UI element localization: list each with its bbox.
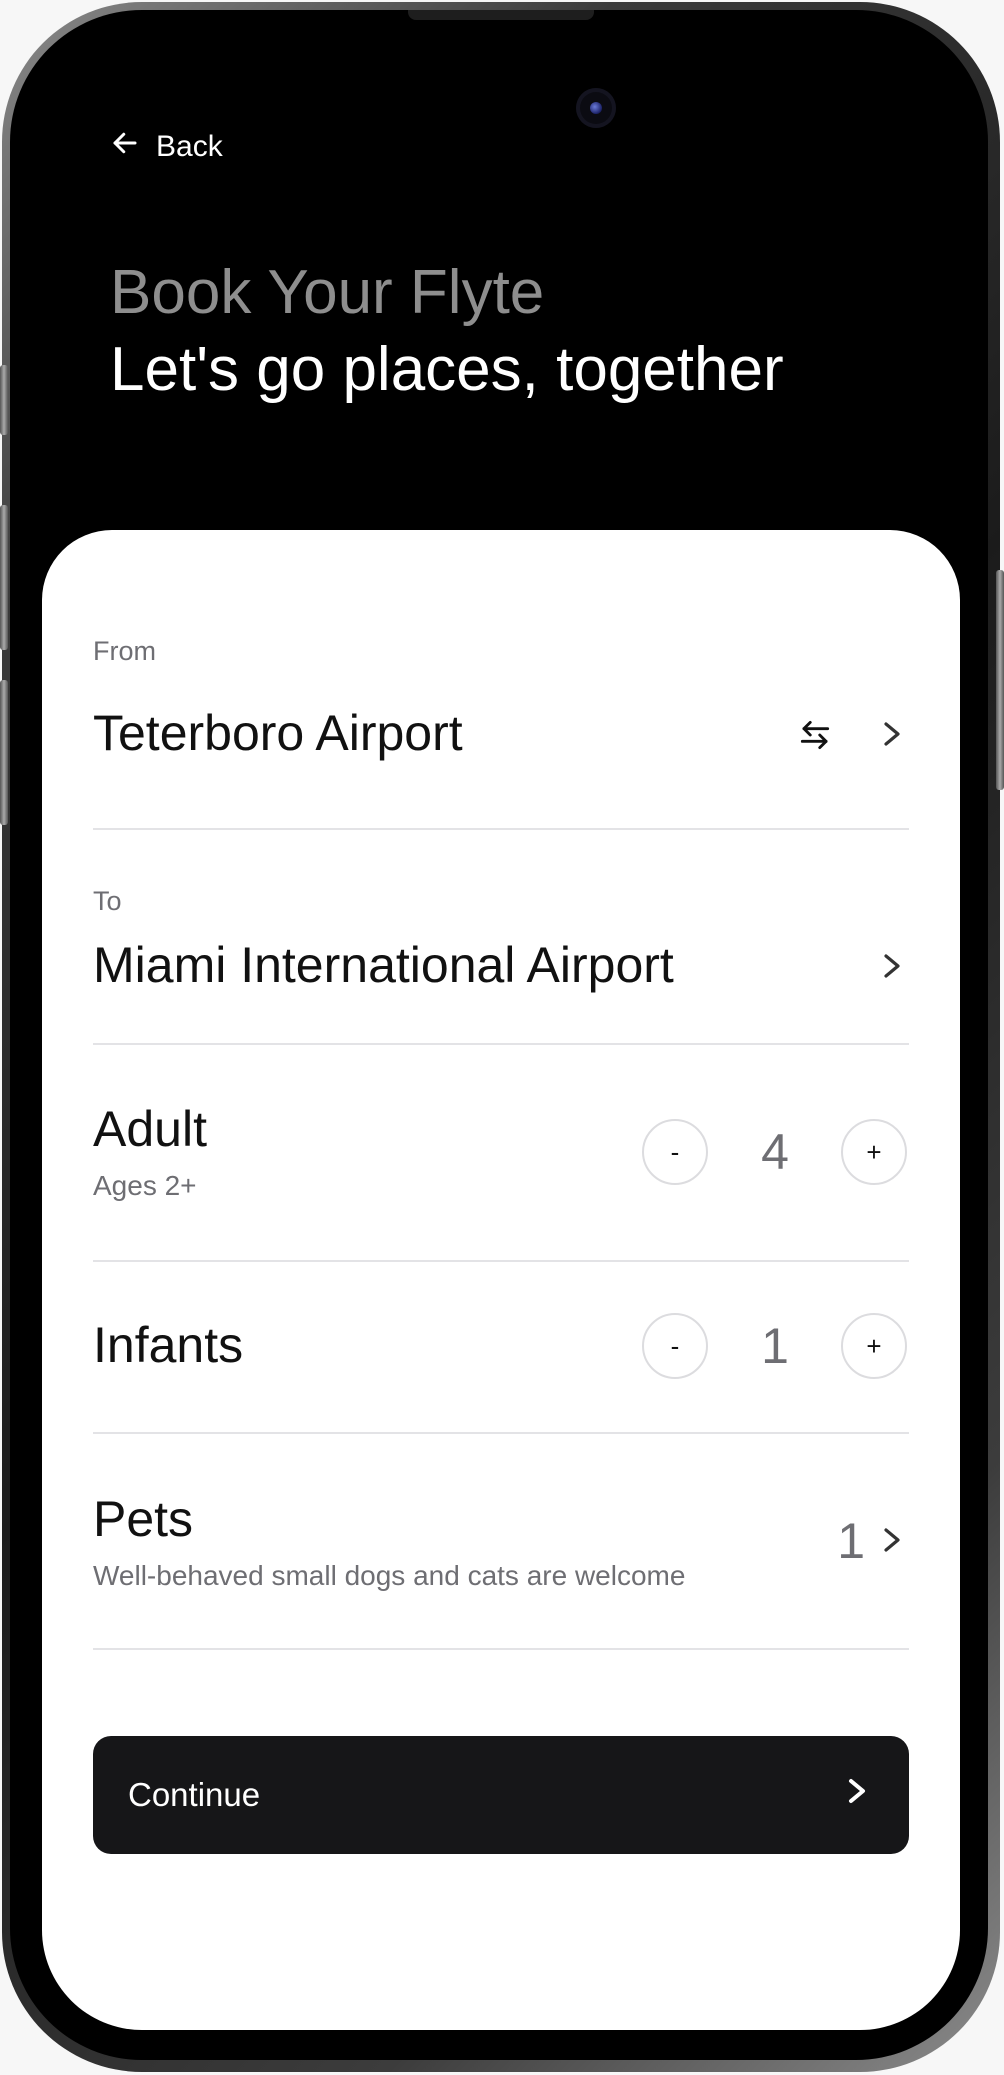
pets-description: Well-behaved small dogs and cats are wel… <box>93 1560 686 1591</box>
adult-increment-button[interactable]: + <box>841 1119 907 1185</box>
adult-decrement-button[interactable]: - <box>642 1119 708 1185</box>
page-title: Book Your Flyte <box>110 258 545 327</box>
pets-count: 1 <box>837 1513 865 1569</box>
pets-label[interactable]: Pets <box>93 1490 909 1548</box>
side-button <box>0 365 8 435</box>
infants-decrement-button[interactable]: - <box>642 1313 708 1379</box>
infants-increment-button[interactable]: + <box>841 1313 907 1379</box>
side-button <box>0 505 8 650</box>
divider <box>93 1648 909 1650</box>
infants-count: 1 <box>761 1318 789 1374</box>
speaker-grille <box>408 10 594 20</box>
side-button <box>996 570 1004 790</box>
continue-button[interactable]: Continue <box>93 1736 909 1854</box>
divider <box>93 1043 909 1045</box>
divider <box>93 1432 909 1434</box>
from-label: From <box>93 636 156 666</box>
to-label: To <box>93 886 122 916</box>
chevron-right-icon[interactable] <box>880 718 904 750</box>
adult-count: 4 <box>761 1124 789 1180</box>
back-label: Back <box>156 130 223 163</box>
to-field[interactable]: To <box>93 886 909 917</box>
page: Back Book Your Flyte Let's go places, to… <box>0 0 1004 2075</box>
chevron-right-icon <box>845 1775 869 1815</box>
back-button[interactable]: Back <box>110 128 223 166</box>
swap-arrows-icon[interactable] <box>796 716 834 754</box>
side-button <box>0 680 8 825</box>
divider <box>93 828 909 830</box>
continue-label: Continue <box>128 1776 261 1813</box>
from-field[interactable]: From <box>93 636 909 667</box>
from-value[interactable]: Teterboro Airport <box>93 704 909 762</box>
front-camera <box>576 88 616 128</box>
to-value[interactable]: Miami International Airport <box>93 936 909 994</box>
page-subtitle: Let's go places, together <box>110 335 784 404</box>
arrow-left-icon <box>110 128 140 166</box>
divider <box>93 1260 909 1262</box>
chevron-right-icon[interactable] <box>880 1524 904 1556</box>
chevron-right-icon[interactable] <box>880 950 904 982</box>
